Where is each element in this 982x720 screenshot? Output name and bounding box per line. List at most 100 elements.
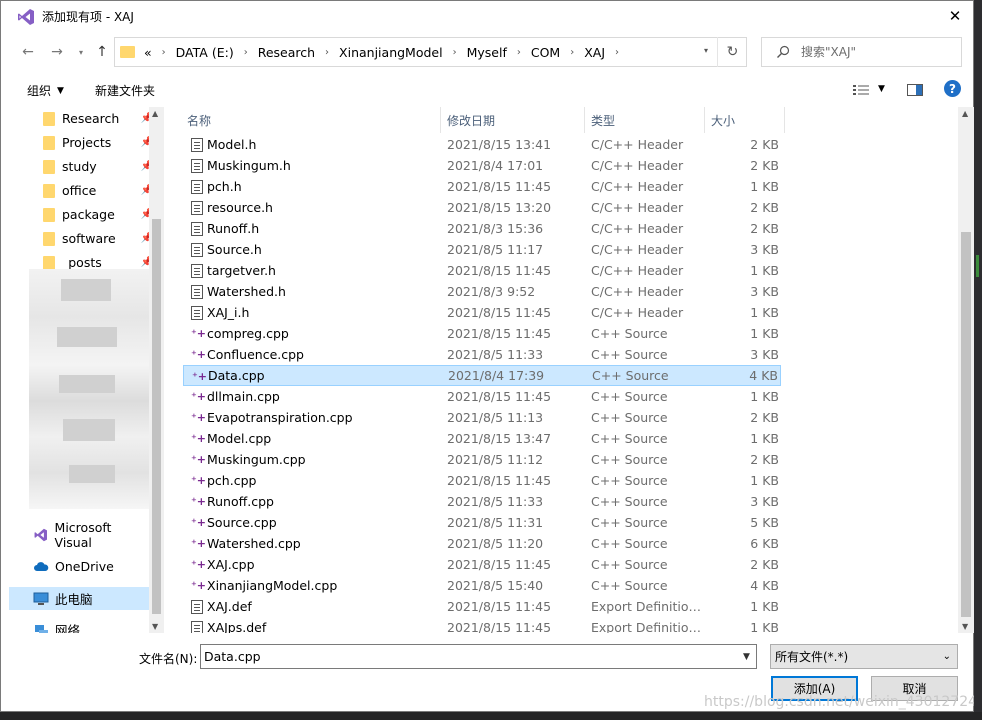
file-row[interactable]: ⁺+ Runoff.cpp 2021/8/5 11:33 C++ Source 3 KB (183, 491, 781, 512)
breadcrumb-research[interactable]: Research (257, 45, 316, 60)
breadcrumb-myself[interactable]: Myself (466, 45, 508, 60)
file-name: Watershed.cpp (207, 536, 301, 551)
preview-pane-icon[interactable] (907, 84, 923, 96)
file-row[interactable]: ⁺+ Confluence.cpp 2021/8/5 11:33 C++ Source… (183, 344, 781, 365)
folder-icon (43, 111, 55, 126)
scrollbar-thumb[interactable] (961, 232, 971, 617)
search-box[interactable] (761, 37, 962, 67)
breadcrumb-overflow[interactable]: « (143, 45, 153, 60)
quick-access-item[interactable]: Projects 📌 (9, 131, 153, 154)
file-type: C++ Source (591, 326, 668, 341)
forward-button[interactable]: → (47, 42, 67, 62)
nav-item-this-pc[interactable]: 此电脑 (9, 587, 149, 610)
cpp-file-icon: ⁺+ (191, 348, 207, 361)
nav-label: 此电脑 (55, 592, 93, 607)
file-row[interactable]: ⁺+ Muskingum.cpp 2021/8/5 11:12 C++ Source 2… (183, 449, 781, 470)
file-row[interactable]: ⁺+ Data.cpp 2021/8/4 17:39 C++ Source 4 KB (183, 365, 781, 386)
search-input[interactable] (801, 45, 951, 59)
file-date: 2021/8/15 11:45 (447, 389, 552, 404)
details-view-icon[interactable] (853, 84, 869, 96)
file-row[interactable]: ⁺+ compreg.cpp 2021/8/15 11:45 C++ Source 1 … (183, 323, 781, 344)
nav-item-onedrive[interactable]: OneDrive (9, 555, 150, 578)
file-date: 2021/8/5 11:13 (447, 410, 544, 425)
breadcrumb-chevron-icon: › (325, 46, 330, 58)
scroll-up-icon[interactable]: ▲ (152, 109, 158, 118)
column-header-name[interactable]: 名称 (181, 107, 441, 133)
nav-pane-scrollbar[interactable]: ▲ ▼ (149, 107, 164, 633)
up-button[interactable]: ↑ (92, 42, 112, 62)
file-row[interactable]: ⁺+ XinanjiangModel.cpp 2021/8/5 15:40 C++ S… (183, 575, 781, 596)
help-icon[interactable]: ? (944, 80, 961, 97)
background-taskbar-strip (0, 712, 982, 720)
column-header-date[interactable]: 修改日期 (441, 107, 585, 133)
chevron-down-icon[interactable]: ▼ (743, 652, 750, 662)
file-date: 2021/8/3 9:52 (447, 284, 536, 299)
file-row[interactable]: ⁺+ Source.cpp 2021/8/5 11:31 C++ Source 5 KB (183, 512, 781, 533)
file-row[interactable]: ⁺+ pch.cpp 2021/8/15 11:45 C++ Source 1 KB (183, 470, 781, 491)
file-row[interactable]: ⁺+ XAJ.cpp 2021/8/15 11:45 C++ Source 2 KB (183, 554, 781, 575)
new-folder-button[interactable]: 新建文件夹 (95, 82, 155, 99)
breadcrumb-xinanjiangmodel[interactable]: XinanjiangModel (338, 45, 444, 60)
address-bar[interactable]: « › DATA (E:) › Research › XinanjiangMod… (114, 37, 747, 67)
column-type-label: 类型 (591, 113, 616, 128)
quick-access-item[interactable]: package 📌 (9, 203, 153, 226)
file-row[interactable]: pch.h 2021/8/15 11:45 C/C++ Header 1 KB (183, 176, 781, 197)
address-history-chevron-icon[interactable]: ▾ (704, 46, 708, 55)
filename-input[interactable] (200, 644, 757, 669)
file-size: 1 KB (750, 326, 779, 341)
file-row[interactable]: Model.h 2021/8/15 13:41 C/C++ Header 2 KB (183, 134, 781, 155)
file-row[interactable]: ⁺+ dllmain.cpp 2021/8/15 11:45 C++ Source 1 … (183, 386, 781, 407)
nav-item-network[interactable]: 网络 (9, 618, 150, 633)
breadcrumb-chevron-icon[interactable]: › (606, 47, 628, 58)
quick-access-label: package (62, 207, 115, 222)
breadcrumb-com[interactable]: COM (530, 45, 561, 60)
file-row[interactable]: XAJ.def 2021/8/15 11:45 Export Definition.… (183, 596, 781, 617)
file-row[interactable]: Source.h 2021/8/5 11:17 C/C++ Header 3 KB (183, 239, 781, 260)
file-list-scrollbar[interactable]: ▲ ▼ (958, 107, 974, 633)
file-name: Runoff.h (207, 221, 260, 236)
scroll-up-icon[interactable]: ▲ (962, 109, 968, 118)
file-row[interactable]: resource.h 2021/8/15 13:20 C/C++ Header 2 K… (183, 197, 781, 218)
file-size: 1 KB (750, 473, 779, 488)
window-title: 添加现有项 - XAJ (42, 10, 134, 24)
file-row[interactable]: ⁺+ Model.cpp 2021/8/15 13:47 C++ Source 1 KB (183, 428, 781, 449)
file-row[interactable]: XAJps.def 2021/8/15 11:45 Export Definitio… (183, 617, 781, 633)
visual-studio-icon (18, 8, 34, 25)
file-row[interactable]: Muskingum.h 2021/8/4 17:01 C/C++ Header 2 K… (183, 155, 781, 176)
breadcrumb-xaj[interactable]: XAJ (583, 45, 606, 60)
file-name: XAJ.cpp (207, 557, 255, 572)
scrollbar-thumb[interactable] (152, 219, 161, 614)
file-row[interactable]: Runoff.h 2021/8/3 15:36 C/C++ Header 2 KB (183, 218, 781, 239)
recent-locations-button[interactable]: ▾ (71, 42, 91, 62)
quick-access-item[interactable]: study 📌 (9, 155, 153, 178)
view-options-chevron-icon[interactable]: ▼ (878, 84, 885, 94)
file-type-select[interactable]: 所有文件(*.*) ⌄ (770, 644, 958, 669)
folder-icon (120, 46, 135, 58)
file-size: 1 KB (750, 305, 779, 320)
new-folder-label: 新建文件夹 (95, 84, 156, 98)
file-size: 2 KB (750, 557, 779, 572)
file-row[interactable]: XAJ_i.h 2021/8/15 11:45 C/C++ Header 1 KB (183, 302, 781, 323)
scroll-down-icon[interactable]: ▼ (962, 622, 968, 631)
refresh-button[interactable]: ↻ (717, 37, 747, 67)
file-row[interactable]: targetver.h 2021/8/15 11:45 C/C++ Header 1 … (183, 260, 781, 281)
file-name: XAJ_i.h (207, 305, 250, 320)
breadcrumb-drive[interactable]: DATA (E:) (175, 45, 235, 60)
close-button[interactable]: ✕ (943, 5, 967, 27)
quick-access-item[interactable]: office 📌 (9, 179, 153, 202)
file-date: 2021/8/15 11:45 (447, 557, 552, 572)
file-row[interactable]: Watershed.h 2021/8/3 9:52 C/C++ Header 3 KB (183, 281, 781, 302)
organize-button[interactable]: 组织 ▼ (27, 82, 64, 99)
file-row[interactable]: ⁺+ Watershed.cpp 2021/8/5 11:20 C++ Source 6… (183, 533, 781, 554)
column-header-size[interactable]: 大小 (705, 107, 785, 133)
nav-item-visual-studio[interactable]: Microsoft Visual (9, 520, 150, 550)
header-file-icon (191, 138, 203, 152)
quick-access-item[interactable]: Research 📌 (9, 107, 153, 130)
folder-icon (43, 159, 55, 174)
file-row[interactable]: ⁺+ Evapotranspiration.cpp 2021/8/5 11:13 C+… (183, 407, 781, 428)
scroll-down-icon[interactable]: ▼ (152, 622, 158, 631)
quick-access-item[interactable]: software 📌 (9, 227, 153, 250)
back-button[interactable]: ← (18, 42, 38, 62)
visual-studio-icon (34, 528, 47, 541)
file-date: 2021/8/5 15:40 (447, 578, 544, 593)
